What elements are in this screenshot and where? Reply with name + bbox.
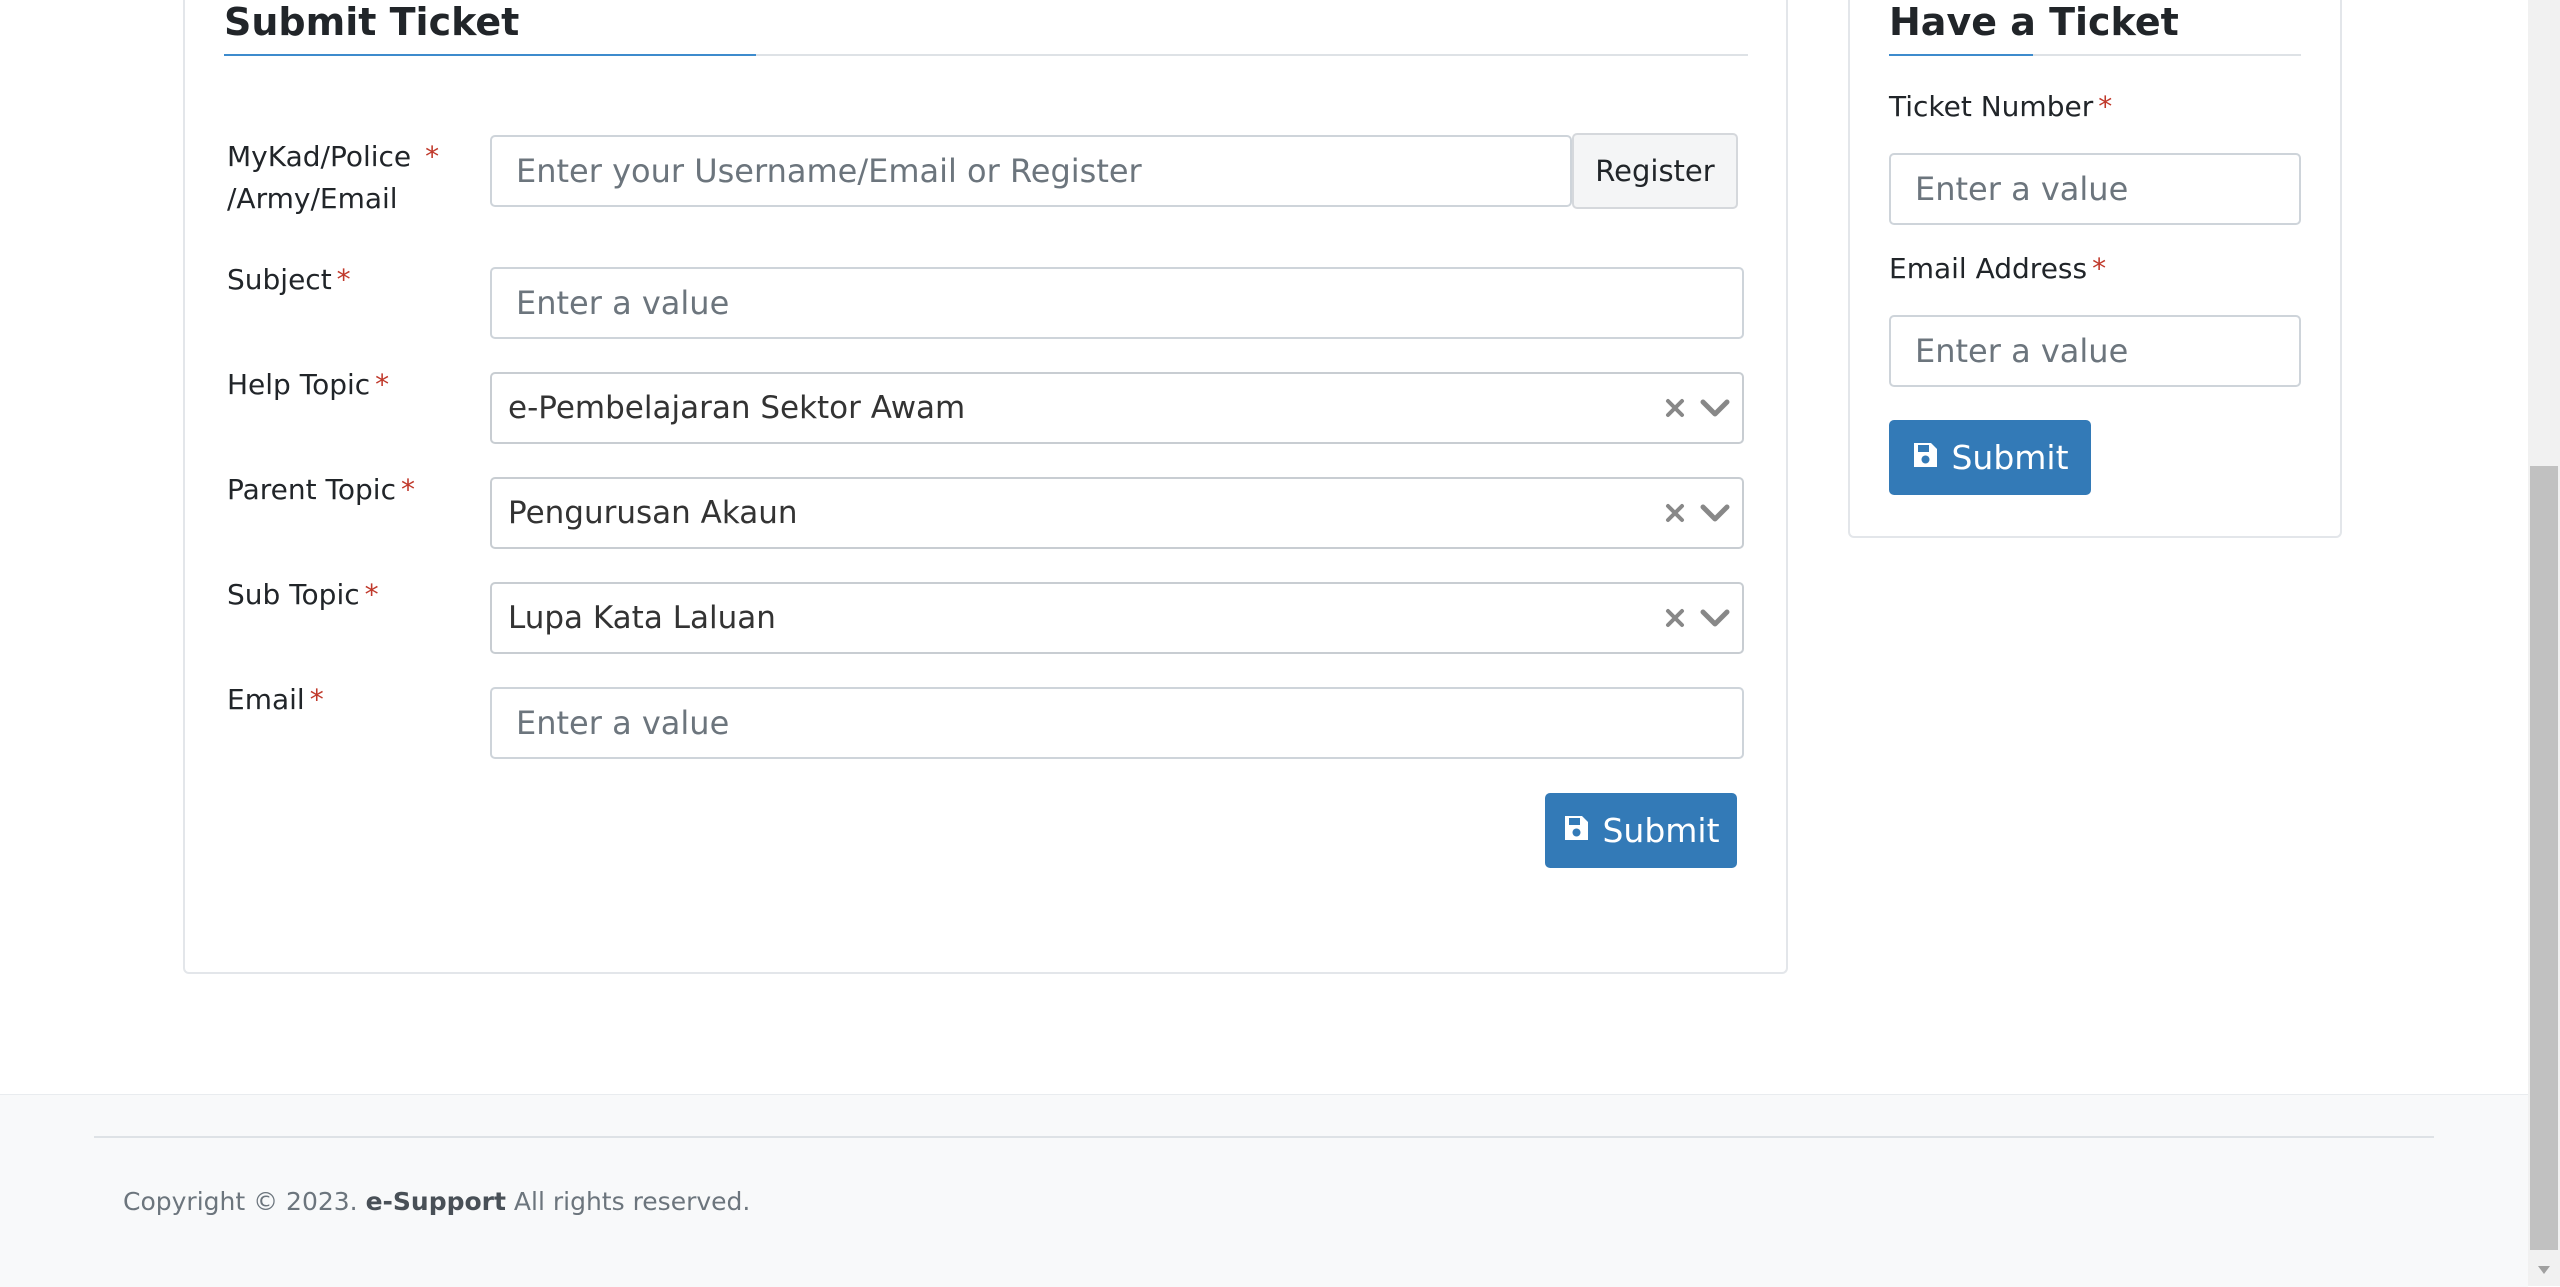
mykad-label: MyKad/Police * /Army/Email bbox=[227, 136, 439, 220]
sub-topic-label: Sub Topic * bbox=[227, 574, 379, 616]
submit-ticket-title-accent bbox=[224, 54, 756, 56]
help-topic-value: e-Pembelajaran Sektor Awam bbox=[508, 390, 966, 426]
subject-label-text: Subject bbox=[227, 263, 332, 296]
submit-ticket-card: Submit Ticket MyKad/Police * /Army/Email … bbox=[183, 0, 1788, 974]
sub-topic-select[interactable]: Lupa Kata Laluan bbox=[490, 582, 1744, 654]
mykad-label-line1: MyKad/Police bbox=[227, 140, 412, 173]
required-marker: * bbox=[425, 140, 440, 173]
subject-input[interactable] bbox=[490, 267, 1744, 339]
footer: Copyright © 2023. e-Support All rights r… bbox=[0, 1094, 2528, 1287]
email-address-input[interactable] bbox=[1889, 315, 2301, 387]
footer-divider bbox=[94, 1136, 2434, 1138]
email-input[interactable] bbox=[490, 687, 1744, 759]
register-button[interactable]: Register bbox=[1572, 133, 1738, 209]
chevron-down-icon[interactable] bbox=[1694, 391, 1736, 425]
submit-ticket-button[interactable]: Submit bbox=[1545, 793, 1737, 868]
copyright-suffix: All rights reserved. bbox=[513, 1187, 751, 1216]
email-address-label-text: Email Address bbox=[1889, 252, 2088, 285]
parent-topic-label-text: Parent Topic bbox=[227, 473, 396, 506]
required-marker: * bbox=[364, 578, 379, 611]
required-marker: * bbox=[336, 263, 351, 296]
mykad-input[interactable] bbox=[490, 135, 1572, 207]
required-marker: * bbox=[2098, 90, 2113, 123]
chevron-down-icon[interactable] bbox=[1694, 601, 1736, 635]
email-label: Email * bbox=[227, 679, 324, 721]
scroll-down-arrow-icon[interactable] bbox=[2528, 1254, 2560, 1286]
have-ticket-title-accent bbox=[1889, 54, 2033, 56]
close-icon[interactable] bbox=[1658, 496, 1692, 530]
required-marker: * bbox=[2092, 252, 2107, 285]
submit-ticket-title: Submit Ticket bbox=[224, 0, 520, 44]
have-ticket-title: Have a Ticket bbox=[1889, 0, 2179, 44]
have-ticket-submit-button[interactable]: Submit bbox=[1889, 420, 2091, 495]
required-marker: * bbox=[309, 683, 324, 716]
close-icon[interactable] bbox=[1658, 391, 1692, 425]
ticket-number-input[interactable] bbox=[1889, 153, 2301, 225]
help-topic-select[interactable]: e-Pembelajaran Sektor Awam bbox=[490, 372, 1744, 444]
floppy-disk-icon bbox=[1911, 438, 1939, 477]
submit-ticket-title-divider bbox=[224, 54, 1748, 56]
have-ticket-card: Have a Ticket Ticket Number* Email Addre… bbox=[1848, 0, 2342, 538]
footer-brand: e-Support bbox=[365, 1187, 506, 1216]
floppy-disk-icon bbox=[1562, 811, 1590, 850]
parent-topic-label: Parent Topic * bbox=[227, 469, 415, 511]
required-marker: * bbox=[400, 473, 415, 506]
ticket-number-label-text: Ticket Number bbox=[1889, 90, 2094, 123]
parent-topic-value: Pengurusan Akaun bbox=[508, 495, 798, 531]
submit-button-label: Submit bbox=[1951, 438, 2069, 477]
email-label-text: Email bbox=[227, 683, 305, 716]
copyright-text: Copyright © 2023. e-Support All rights r… bbox=[123, 1187, 750, 1216]
sub-topic-label-text: Sub Topic bbox=[227, 578, 360, 611]
help-topic-label-text: Help Topic bbox=[227, 368, 371, 401]
submit-button-label: Submit bbox=[1602, 811, 1720, 850]
subject-label: Subject * bbox=[227, 259, 351, 301]
sub-topic-value: Lupa Kata Laluan bbox=[508, 600, 776, 636]
required-marker: * bbox=[375, 368, 390, 401]
email-address-label: Email Address * bbox=[1889, 248, 2106, 290]
mykad-label-line2: /Army/Email bbox=[227, 182, 398, 215]
copyright-prefix: Copyright © 2023. bbox=[123, 1187, 358, 1216]
ticket-number-label: Ticket Number * bbox=[1889, 86, 2112, 128]
have-ticket-title-divider bbox=[1889, 54, 2301, 56]
parent-topic-select[interactable]: Pengurusan Akaun bbox=[490, 477, 1744, 549]
close-icon[interactable] bbox=[1658, 601, 1692, 635]
chevron-down-icon[interactable] bbox=[1694, 496, 1736, 530]
help-topic-label: Help Topic * bbox=[227, 364, 389, 406]
vertical-scrollbar[interactable] bbox=[2528, 0, 2560, 1286]
scrollbar-thumb[interactable] bbox=[2530, 466, 2558, 1250]
